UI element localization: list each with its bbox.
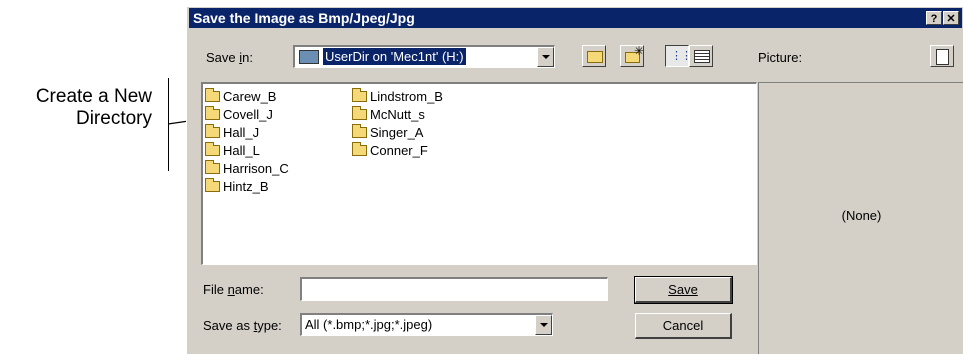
folder-item[interactable]: Lindstrom_B — [352, 88, 443, 106]
folder-item[interactable]: Hall_L — [205, 142, 260, 160]
folder-item[interactable]: Harrison_C — [205, 160, 289, 178]
file-name-input[interactable] — [300, 277, 608, 301]
save-type-value: All (*.bmp;*.jpg;*.jpeg) — [305, 317, 433, 332]
folder-item[interactable]: Conner_F — [352, 142, 428, 160]
folder-item[interactable]: Singer_A — [352, 124, 423, 142]
details-view-icon — [694, 50, 710, 63]
sparkle-icon: ✳ — [634, 44, 645, 58]
dialog-title: Save the Image as Bmp/Jpeg/Jpg — [193, 10, 415, 26]
save-dialog: Save the Image as Bmp/Jpeg/Jpg ? ✕ Save … — [186, 6, 963, 354]
preview-page-icon — [936, 49, 949, 65]
folder-up-icon — [587, 51, 603, 63]
cancel-button[interactable]: Cancel — [635, 313, 732, 339]
picture-preview: (None) — [758, 82, 963, 354]
folder-icon — [352, 124, 367, 138]
folder-item[interactable]: Carew_B — [205, 88, 276, 106]
list-view-button[interactable]: ⋮⋮ — [665, 45, 692, 67]
network-drive-icon — [299, 50, 319, 64]
folder-icon — [352, 106, 367, 120]
chevron-down-icon[interactable] — [537, 47, 554, 67]
folder-icon — [205, 160, 220, 174]
folder-icon — [352, 142, 367, 156]
folder-icon — [352, 88, 367, 102]
preview-button[interactable] — [930, 45, 954, 67]
folder-icon — [205, 178, 220, 192]
folder-icon — [205, 88, 220, 102]
folder-icon — [205, 106, 220, 120]
details-view-button[interactable] — [689, 45, 713, 67]
folder-icon — [205, 124, 220, 138]
preview-text: (None) — [841, 208, 882, 223]
folder-item[interactable]: Covell_J — [205, 106, 273, 124]
title-bar: Save the Image as Bmp/Jpeg/Jpg ? ✕ — [189, 8, 962, 28]
chevron-down-icon[interactable] — [535, 315, 552, 335]
save-button[interactable]: Save — [634, 276, 733, 304]
file-list[interactable]: Carew_B Covell_J Hall_J Hall_L Harrison_… — [201, 82, 757, 265]
help-button[interactable]: ? — [926, 11, 942, 25]
folder-icon — [205, 142, 220, 156]
folder-item[interactable]: Hintz_B — [205, 178, 269, 196]
file-name-label: File name: — [203, 282, 264, 297]
folder-item[interactable]: McNutt_s — [352, 106, 425, 124]
up-one-level-button[interactable] — [582, 45, 606, 67]
save-type-dropdown[interactable]: All (*.bmp;*.jpg;*.jpeg) — [300, 313, 553, 336]
save-type-label: Save as type: — [203, 318, 282, 333]
save-in-label: Save in: — [206, 50, 253, 65]
picture-label: Picture: — [758, 50, 803, 65]
create-new-folder-button[interactable]: ✳ — [620, 44, 645, 67]
list-view-icon: ⋮⋮ — [671, 50, 692, 62]
save-in-dropdown[interactable]: UserDir on 'Mec1nt' (H:) — [293, 45, 555, 68]
save-in-value: UserDir on 'Mec1nt' (H:) — [323, 48, 466, 65]
folder-item[interactable]: Hall_J — [205, 124, 259, 142]
close-button[interactable]: ✕ — [943, 11, 959, 25]
